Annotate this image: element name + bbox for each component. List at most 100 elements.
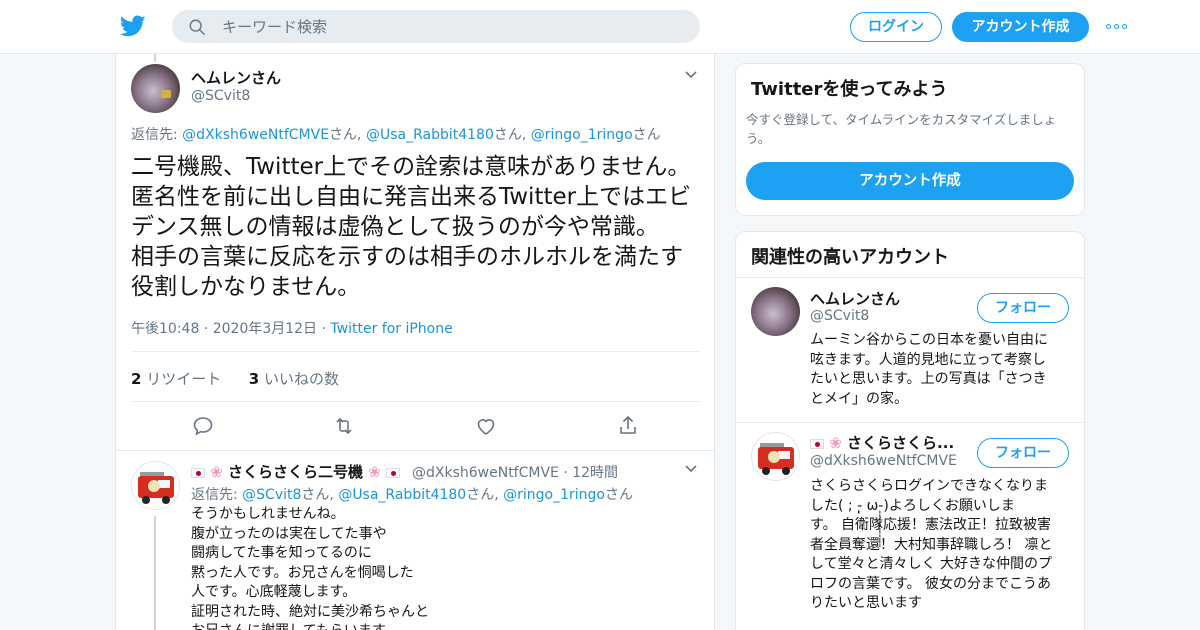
divider — [736, 277, 1084, 278]
cherry-blossom-icon: ❀ — [210, 463, 223, 481]
reply-body: そうかもしれませんね。 腹が立ったのは実在してた事や 闘病してた事を知ってるのに… — [191, 505, 429, 630]
mention-link[interactable]: @Usa_Rabbit4180 — [366, 127, 494, 143]
bio-line: たいと思います。上の写真は「さつき — [810, 371, 1047, 387]
mention-suffix: さん — [632, 127, 661, 143]
account-avatar[interactable] — [751, 287, 800, 336]
mention-suffix: さん, — [301, 487, 339, 503]
account-handle[interactable]: @dXksh6weNtfCMVE — [810, 453, 957, 469]
signup-button[interactable]: アカウント作成 — [952, 12, 1089, 42]
account-bio: さくらさくらログインできなくなりま した( ; -̩̩̩̩̩̩̩̩̩̩̩ ω-̩… — [810, 477, 1072, 614]
reply-to-line: 返信先: @SCvit8さん, @Usa_Rabbit4180さん, @ring… — [191, 484, 633, 504]
tweet-text-line: デンス無しの情報は虚偽として扱うのが今や常識。 — [131, 214, 659, 240]
reply-prefix: 返信先: — [191, 487, 243, 503]
mention-link[interactable]: @ringo_1ringo — [531, 127, 633, 143]
signup-card: Twitterを使ってみよう 今すぐ登録して、タイムラインをカスタマイズしましょ… — [735, 63, 1085, 216]
bio-line: して堂々と清々しく 大好きな仲間のプ — [810, 556, 1053, 572]
signup-card-button[interactable]: アカウント作成 — [746, 162, 1074, 200]
tweet-metadata: 午後10:48 · 2020年3月12日 · Twitter for iPhon… — [131, 318, 453, 338]
japan-flag-icon — [191, 467, 205, 478]
divider — [736, 422, 1084, 423]
chevron-down-icon[interactable] — [684, 464, 698, 474]
tweet-text-line: 二号機殿、Twitter上でその詮索は意味がありません。 — [131, 154, 691, 180]
follow-button[interactable]: フォロー — [977, 293, 1069, 323]
account-name[interactable]: ヘムレンさん — [810, 288, 900, 309]
reply-text-line: 証明された時、絶対に美沙希ちゃんと — [191, 603, 429, 620]
account-name[interactable]: ❀ さくらさくら... — [810, 432, 954, 453]
japan-flag-icon — [386, 467, 401, 478]
tweet-source-link[interactable]: Twitter for iPhone — [330, 321, 452, 337]
mention-link[interactable]: @ringo_1ringo — [503, 487, 605, 503]
bio-line: ムーミン谷からこの日本を憂い自由に — [810, 332, 1048, 348]
mention-link[interactable]: @dXksh6weNtfCMVE — [182, 127, 329, 143]
reply-text-line: 人です。心底軽蔑します。 — [191, 584, 357, 600]
japan-flag-icon — [810, 438, 824, 449]
mention-link[interactable]: @SCvit8 — [242, 487, 301, 503]
bio-line: とメイ」の家。 — [810, 390, 908, 407]
tweet-text-line: 相手の言葉に反応を示すのは相手のホルホルを満たす — [131, 244, 683, 270]
tweet-body: 二号機殿、Twitter上でその詮索は意味がありません。 匿名性を前に出し自由に… — [131, 152, 701, 302]
signup-card-description: 今すぐ登録して、タイムラインをカスタマイズしましょ う。 — [746, 110, 1076, 148]
reply-text-line: お兄さんに謝罪してもらいます — [191, 622, 429, 630]
divider — [116, 450, 714, 451]
search-input[interactable] — [222, 16, 682, 37]
reply-text-line: 闘病してた事を知ってるのに — [191, 545, 372, 561]
divider — [131, 401, 700, 402]
bio-line: 呟きます。人道的見地に立って考察し — [810, 351, 1046, 368]
fire-truck-avatar-icon — [758, 443, 794, 475]
author-avatar[interactable] — [131, 64, 180, 113]
login-button[interactable]: ログイン — [850, 12, 942, 42]
bio-line: さくらさくらログインできなくなりま — [810, 478, 1048, 494]
divider — [131, 351, 700, 352]
tweet-text-line: 匿名性を前に出し自由に発言出来るTwitter上ではエビ — [131, 184, 692, 210]
retweet-stat[interactable]: 2 リツイート — [131, 370, 221, 388]
retweet-icon[interactable] — [332, 414, 356, 438]
bio-line: ロフの言葉です。 彼女の分までこうあ — [810, 575, 1052, 592]
reply-author-name-text: さくらさくら二号機 — [228, 463, 364, 481]
tweet-stats: 2 リツイート 3 いいねの数 — [131, 368, 339, 389]
like-label: いいねの数 — [259, 370, 339, 388]
thread-connector-line — [154, 54, 156, 62]
share-icon[interactable] — [616, 414, 640, 438]
search-box[interactable] — [172, 10, 700, 43]
reply-text-line: 腹が立ったのは実在してた事や — [191, 525, 387, 542]
bio-line: す。 自衛隊応援！憲法改正！拉致被害 — [810, 517, 1052, 533]
reply-text-line: そうかもしれませんね。 — [191, 506, 345, 522]
mention-suffix: さん, — [329, 127, 366, 143]
author-name[interactable]: ヘムレンさん — [191, 67, 281, 88]
reply-prefix: 返信先: — [131, 127, 183, 143]
reply-to-line: 返信先: @dXksh6weNtfCMVEさん, @Usa_Rabbit4180… — [131, 124, 661, 144]
tweet-text-line: 役割しかなりません。 — [131, 274, 361, 300]
mention-suffix: さん — [604, 487, 633, 503]
reply-author-name[interactable]: ❀ さくらさくら二号機 ❀ — [191, 461, 401, 482]
reply-time[interactable]: · 12時間 — [559, 465, 618, 481]
reply-author-handle[interactable]: @dXksh6weNtfCMVE · 12時間 — [412, 462, 618, 482]
signup-desc-line: う。 — [746, 131, 771, 146]
signup-card-title: Twitterを使ってみよう — [751, 79, 948, 100]
top-nav-bar: ログイン アカウント作成 — [0, 0, 1200, 54]
mention-link[interactable]: @Usa_Rabbit4180 — [338, 487, 466, 503]
related-accounts-title: 関連性の高いアカウント — [751, 247, 949, 268]
tweet-timestamp[interactable]: 午後10:48 · 2020年3月12日 · — [131, 321, 330, 337]
more-options-icon[interactable] — [1106, 20, 1130, 34]
reply-handle-text: @dXksh6weNtfCMVE — [412, 465, 559, 481]
cherry-blossom-icon: ❀ — [368, 463, 381, 481]
author-handle[interactable]: @SCvit8 — [191, 88, 250, 104]
reply-icon[interactable] — [191, 414, 215, 438]
retweet-label: リツイート — [141, 370, 222, 388]
reply-author-avatar[interactable] — [131, 461, 180, 510]
bio-line: りたいと思います — [810, 595, 922, 611]
account-handle[interactable]: @SCvit8 — [810, 308, 869, 324]
cherry-blossom-icon: ❀ — [829, 434, 842, 452]
like-stat[interactable]: 3 いいねの数 — [249, 370, 339, 388]
reply-text-line: 黙った人です。お兄さんを恫喝した — [191, 564, 414, 581]
like-count: 3 — [248, 370, 260, 388]
follow-button[interactable]: フォロー — [977, 438, 1069, 468]
twitter-bird-icon[interactable] — [120, 13, 146, 39]
like-heart-icon[interactable] — [474, 414, 498, 438]
bio-line: 者全員奪還！大村知事辞職しろ！ 凛と — [810, 536, 1053, 553]
chevron-down-icon[interactable] — [684, 70, 698, 80]
mention-suffix: さん, — [466, 487, 504, 503]
fire-truck-avatar-icon — [138, 472, 174, 504]
account-avatar[interactable] — [751, 432, 800, 481]
bio-line: した( ; -̩̩̩̩̩̩̩̩̩̩̩ ω-̩̩̩̩̩̩̩̩̩̩̩)よろしくお願い… — [810, 497, 1015, 514]
